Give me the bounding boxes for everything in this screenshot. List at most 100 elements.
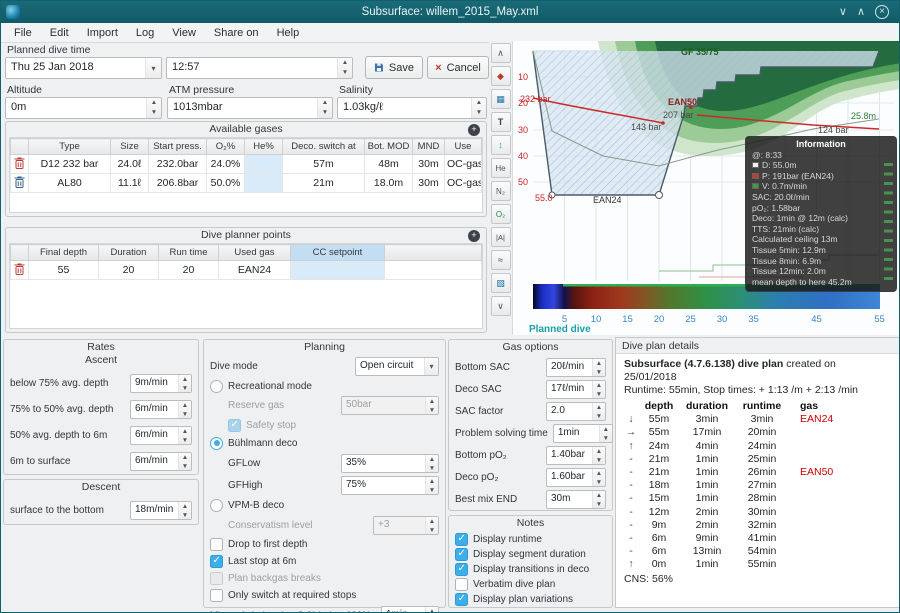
gfhigh-spinner[interactable]: 75%▲▼	[341, 476, 439, 495]
vpmb-deco-label: VPM-B deco	[228, 500, 284, 511]
save-button[interactable]: Save	[365, 56, 423, 79]
atm-pressure-field[interactable]: 1013mbar ▲▼	[167, 97, 333, 119]
deco-sac-spinner[interactable]: 17ℓ/min▲▼	[546, 380, 606, 399]
spinner-arrows[interactable]: ▲▼	[592, 403, 605, 420]
bottom-po2-spinner[interactable]: 1.40bar▲▼	[546, 446, 606, 465]
planner-point-row[interactable]: 5520 20EAN24	[11, 261, 482, 280]
tankbar-icon[interactable]: T	[491, 112, 511, 132]
dive-profile-area[interactable]: 10 20 30 40 50 55.0 5 10 15 20 25 30 35 …	[513, 41, 900, 335]
delete-cylinder-icon[interactable]	[11, 155, 29, 174]
add-waypoint-button[interactable]: +	[468, 230, 480, 242]
spinner-arrows[interactable]: ▲▼	[178, 375, 191, 392]
phe-graph-icon[interactable]: He	[491, 158, 511, 178]
spinner-arrows[interactable]: ▲▼	[317, 98, 332, 118]
scroll-down-icon[interactable]: ∨	[491, 296, 511, 316]
menu-help[interactable]: Help	[268, 25, 309, 41]
spinner-arrows[interactable]: ▲▼	[599, 425, 612, 442]
ascent-rate-4-spinner[interactable]: 6m/min▲▼	[130, 452, 192, 471]
spinner-arrows[interactable]: ▲▼	[425, 477, 438, 494]
spinner-arrows[interactable]: ▲▼	[178, 453, 191, 470]
delete-waypoint-icon[interactable]	[11, 261, 29, 280]
only-switch-at-stops-checkbox[interactable]	[210, 589, 223, 602]
spinner-arrows[interactable]: ▲▼	[337, 58, 352, 78]
ead-icon[interactable]: |A|	[491, 227, 511, 247]
rates-group: Rates Ascent below 75% avg. depth 9m/min…	[3, 339, 199, 475]
vpmb-deco-radio[interactable]	[210, 499, 223, 512]
sac-graph-icon[interactable]: ≈	[491, 250, 511, 270]
deco-po2-spinner[interactable]: 1.60bar▲▼	[546, 468, 606, 487]
spinner-arrows[interactable]: ▲▼	[425, 455, 438, 472]
ascent-rate-1-spinner[interactable]: 9m/min▲▼	[130, 374, 192, 393]
spinner-arrows[interactable]: ▲▼	[178, 427, 191, 444]
display-runtime-checkbox[interactable]	[455, 533, 468, 546]
spinner-arrows[interactable]: ▲▼	[178, 401, 191, 418]
display-variations-checkbox[interactable]	[455, 593, 468, 606]
gfhigh-label: GFHigh	[228, 480, 262, 491]
available-gases-table[interactable]: TypeSize Start press.O₂%He% Deco. switch…	[9, 137, 483, 213]
spinner-arrows[interactable]: ▲▼	[592, 359, 605, 376]
cancel-icon: ×	[435, 62, 441, 74]
velocity-chip-icon	[752, 183, 759, 189]
delete-cylinder-icon[interactable]	[11, 174, 29, 193]
menu-log[interactable]: Log	[127, 25, 163, 41]
pn2-graph-icon[interactable]: N₂	[491, 181, 511, 201]
spinner-arrows[interactable]: ▲▼	[471, 98, 486, 118]
maximize-button[interactable]: ∧	[857, 2, 865, 22]
menu-edit[interactable]: Edit	[41, 25, 78, 41]
spinner-arrows[interactable]: ▲▼	[592, 381, 605, 398]
gas-row[interactable]: AL8011.1ℓ206.8bar 50.0%21m 18.0m30mOC-ga…	[11, 174, 482, 193]
close-button[interactable]: ×	[875, 5, 889, 19]
dive-mode-select[interactable]: Open circuit▾	[355, 357, 439, 376]
scroll-up-icon[interactable]: ∧	[491, 43, 511, 63]
menu-import[interactable]: Import	[78, 25, 127, 41]
verbatim-plan-checkbox[interactable]	[455, 578, 468, 591]
tissue-graph-icon[interactable]: ▧	[491, 273, 511, 293]
descent-rate-spinner[interactable]: 18m/min▲▼	[130, 501, 192, 520]
add-cylinder-button[interactable]: +	[468, 124, 480, 136]
sac-factor-spinner[interactable]: 2.0▲▼	[546, 402, 606, 421]
menu-file[interactable]: File	[5, 25, 41, 41]
cancel-button[interactable]: × Cancel	[427, 56, 489, 79]
display-segment-duration-checkbox[interactable]	[455, 548, 468, 561]
gas-change-icon[interactable]: ↕	[491, 135, 511, 155]
profile-handle[interactable]	[656, 192, 663, 199]
minimize-button[interactable]: ∨	[839, 2, 847, 22]
spinner-arrows[interactable]: ▲▼	[592, 447, 605, 464]
problem-solving-time-spinner[interactable]: 1min▲▼	[553, 424, 613, 443]
menu-share-on[interactable]: Share on	[205, 25, 268, 41]
chevron-down-icon[interactable]: ▾	[424, 358, 438, 375]
handles-icon[interactable]: ◆	[491, 66, 511, 86]
tooltip-line: SAC: 20.0ℓ/min	[752, 192, 890, 203]
spinner-arrows[interactable]: ▲▼	[146, 98, 161, 118]
recreational-mode-radio[interactable]	[210, 380, 223, 393]
dive-plan-details-title: Dive plan details	[616, 338, 899, 354]
drop-to-first-depth-checkbox[interactable]	[210, 538, 223, 551]
chevron-down-icon[interactable]: ▾	[145, 58, 161, 78]
min-switch-duration-spinner[interactable]: 1min▲▼	[381, 606, 439, 613]
bottom-sac-spinner[interactable]: 20ℓ/min▲▼	[546, 358, 606, 377]
spinner-arrows[interactable]: ▲▼	[592, 491, 605, 508]
titlebar[interactable]: Subsurface: willem_2015_May.xml ∨ ∧ ×	[1, 1, 899, 23]
salinity-field[interactable]: 1.03kg/ℓ ▲▼	[337, 97, 487, 119]
menu-view[interactable]: View	[163, 25, 205, 41]
spinner-arrows[interactable]: ▲▼	[425, 607, 438, 613]
dive-time-spinner[interactable]: 12:57 ▲▼	[166, 57, 353, 79]
display-transitions-checkbox[interactable]	[455, 563, 468, 576]
altitude-field[interactable]: 0m ▲▼	[5, 97, 162, 119]
ascent-rate-3-spinner[interactable]: 6m/min▲▼	[130, 426, 192, 445]
buhlmann-deco-radio[interactable]	[210, 437, 223, 450]
plan-row: -9m2min32min	[624, 519, 891, 532]
spinner-arrows[interactable]: ▲▼	[178, 502, 191, 519]
grid-icon[interactable]: ▦	[491, 89, 511, 109]
ascent-rate-2-spinner[interactable]: 6m/min▲▼	[130, 400, 192, 419]
gas-row[interactable]: D12 232 bar24.0ℓ232.0bar 24.0%57m 48m30m…	[11, 155, 482, 174]
dive-date-select[interactable]: Thu 25 Jan 2018 ▾	[5, 57, 162, 79]
spinner-arrows[interactable]: ▲▼	[592, 469, 605, 486]
tooltip-line: TTS: 21min (calc)	[752, 224, 890, 235]
gflow-spinner[interactable]: 35%▲▼	[341, 454, 439, 473]
pressure-end-label: 124 bar	[818, 125, 849, 135]
last-stop-6m-checkbox[interactable]	[210, 555, 223, 568]
po2-graph-icon[interactable]: O₂	[491, 204, 511, 224]
dive-planner-points-table[interactable]: Final depthDuration Run timeUsed gas CC …	[9, 243, 483, 329]
best-mix-end-spinner[interactable]: 30m▲▼	[546, 490, 606, 509]
